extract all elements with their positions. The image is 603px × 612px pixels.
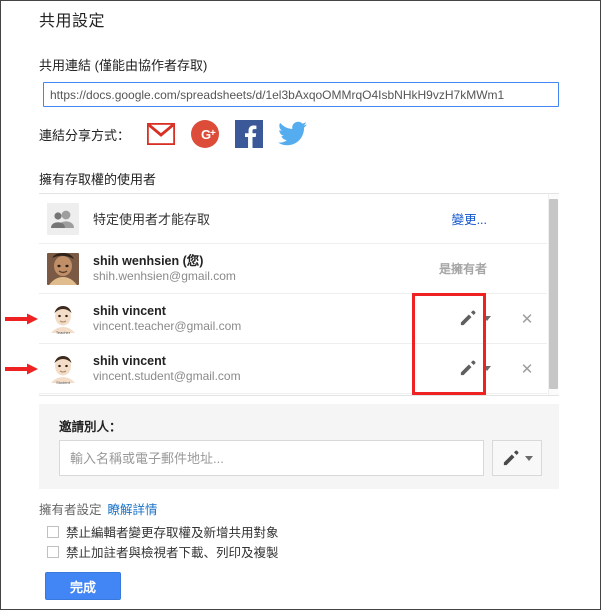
remove-person-button[interactable]: ✕ — [507, 344, 547, 393]
person-email: shih.wenhsien@gmail.com — [93, 268, 236, 283]
person-info: shih wenhsien (您) shih.wenhsien@gmail.co… — [93, 254, 439, 284]
owner-setting-label-2: 禁止加註者與檢視者下載、列印及複製 — [66, 546, 279, 560]
person-actions: ✕ — [443, 294, 547, 343]
avatar: Teacher — [47, 302, 79, 335]
share-via-row: 連結分享方式： G + — [39, 117, 320, 151]
person-info: shih vincent vincent.teacher@gmail.com — [93, 304, 443, 334]
edit-permission-button[interactable] — [443, 294, 507, 343]
share-link-input[interactable] — [43, 82, 559, 107]
remove-person-button[interactable]: ✕ — [507, 294, 547, 343]
annotation-arrow-teacher — [5, 313, 38, 325]
twitter-icon[interactable] — [276, 117, 310, 151]
svg-text:+: + — [210, 128, 216, 139]
share-via-label: 連結分享方式： — [39, 127, 131, 143]
chevron-down-icon — [483, 316, 491, 321]
share-settings-dialog: 共用設定 共用連結 (僅能由協作者存取) 連結分享方式： G + — [0, 0, 601, 610]
person-info: shih vincent vincent.student@gmail.com — [93, 354, 443, 384]
visibility-row: 特定使用者才能存取 變更... — [39, 194, 547, 244]
edit-permission-button[interactable] — [443, 344, 507, 393]
table-row: shih wenhsien (您) shih.wenhsien@gmail.co… — [39, 244, 547, 294]
learn-more-link[interactable]: 瞭解詳情 — [108, 503, 158, 517]
avatar — [47, 252, 79, 285]
google-plus-icon[interactable]: G + — [188, 117, 222, 151]
table-row: Teacher shih vincent vincent.teacher@gma… — [39, 294, 547, 344]
scrollbar-thumb[interactable] — [549, 199, 558, 389]
svg-text:Teacher: Teacher — [56, 330, 71, 335]
visibility-text-wrap: 特定使用者才能存取 — [93, 209, 452, 228]
annotation-arrow-student — [5, 363, 38, 375]
people-group-icon — [47, 202, 79, 235]
person-name: shih vincent — [93, 353, 166, 368]
invite-permission-button[interactable] — [492, 440, 542, 476]
table-row: Student shih vincent vincent.student@gma… — [39, 344, 547, 394]
person-email: vincent.teacher@gmail.com — [93, 318, 242, 333]
owner-setting-option-2[interactable]: 禁止加註者與檢視者下載、列印及複製 — [47, 542, 279, 561]
checkbox-prevent-download[interactable] — [47, 545, 59, 558]
owner-settings-label: 擁有者設定 — [39, 503, 102, 517]
user-list-scrollbar[interactable] — [548, 194, 559, 395]
person-name: shih wenhsien (您) — [93, 253, 204, 268]
page-title: 共用設定 — [39, 13, 106, 30]
owner-setting-option-1[interactable]: 禁止編輯者變更存取權及新增共用對象 — [47, 522, 279, 541]
owner-settings-header: 擁有者設定 瞭解詳情 — [39, 499, 158, 518]
who-has-access-title: 擁有存取權的使用者 — [39, 172, 157, 187]
invite-label: 邀請別人： — [59, 420, 122, 434]
chevron-down-icon — [524, 455, 533, 461]
chevron-down-icon — [483, 366, 491, 371]
gmail-icon[interactable] — [144, 117, 178, 151]
invite-people-panel: 邀請別人： — [39, 404, 559, 489]
facebook-icon[interactable] — [232, 117, 266, 151]
person-name: shih vincent — [93, 303, 166, 318]
user-access-list: 特定使用者才能存取 變更... shih wenhsien (您) shih.w… — [39, 193, 559, 396]
owner-badge: 是擁有者 — [438, 262, 487, 276]
share-link-label: 共用連結 (僅能由協作者存取) — [39, 58, 208, 73]
person-actions: 是擁有者 — [439, 260, 547, 277]
change-visibility-link[interactable]: 變更... — [452, 209, 487, 228]
done-button[interactable]: 完成 — [45, 572, 121, 600]
checkbox-prevent-editors[interactable] — [47, 525, 59, 538]
owner-setting-label-1: 禁止編輯者變更存取權及新增共用對象 — [66, 526, 279, 540]
visibility-label: 特定使用者才能存取 — [93, 212, 211, 227]
person-email: vincent.student@gmail.com — [93, 368, 241, 383]
avatar: Student — [47, 352, 79, 385]
person-actions: ✕ — [443, 344, 547, 393]
svg-text:Student: Student — [56, 380, 71, 385]
visibility-actions: 變更... — [452, 209, 547, 228]
invite-input[interactable] — [59, 440, 484, 476]
